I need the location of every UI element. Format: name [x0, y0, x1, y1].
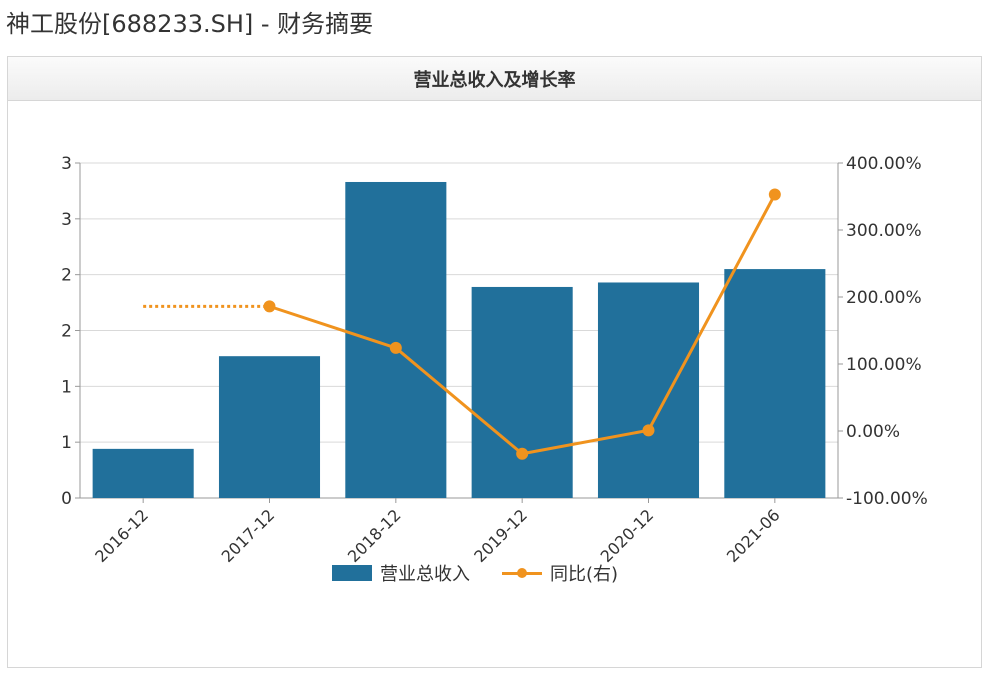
revenue-bar [471, 286, 573, 498]
revenue-bar [724, 269, 826, 498]
left-axis-tick-label: 3 [61, 210, 72, 230]
right-axis-tick-label: 200.00% [846, 288, 922, 308]
growth-point [389, 341, 402, 354]
line-swatch-icon [502, 565, 542, 581]
growth-point [516, 447, 529, 460]
legend-label-revenue: 营业总收入 [380, 564, 470, 585]
left-axis-tick-label: 2 [61, 266, 72, 286]
growth-point [642, 424, 655, 437]
right-axis-tick-label: 400.00% [846, 154, 922, 174]
legend-item-growth[interactable]: 同比(右) [502, 560, 618, 586]
left-axis-tick-label: 2 [61, 322, 72, 342]
legend-item-revenue[interactable]: 营业总收入 [332, 560, 470, 586]
left-axis-tick-label: 1 [61, 377, 72, 397]
x-axis-tick-label: 2017-12 [218, 505, 279, 566]
revenue-bar [597, 282, 700, 498]
left-axis-tick-label: 0 [61, 489, 72, 509]
revenue-bar [345, 181, 447, 498]
x-axis-tick-label: 2016-12 [91, 505, 152, 566]
right-axis-tick-label: 100.00% [846, 355, 922, 375]
x-axis-tick-label: 2020-12 [597, 505, 658, 566]
right-axis-tick-label: 300.00% [846, 221, 922, 241]
left-axis-tick-label: 1 [61, 433, 72, 453]
revenue-bar [218, 356, 321, 498]
revenue-bar [92, 448, 194, 498]
right-axis-tick-label: 0.00% [846, 422, 900, 442]
growth-point [768, 188, 781, 201]
left-axis-tick-label: 3 [61, 154, 72, 174]
growth-point [263, 300, 276, 313]
bar-swatch-icon [332, 565, 372, 581]
x-axis-tick-label: 2021-06 [723, 505, 784, 566]
legend-label-growth: 同比(右) [550, 564, 619, 585]
chart-legend: 营业总收入 同比(右) [332, 560, 650, 586]
x-axis-tick-label: 2018-12 [344, 505, 405, 566]
right-axis-tick-label: -100.00% [846, 489, 928, 509]
x-axis-tick-label: 2019-12 [470, 505, 531, 566]
